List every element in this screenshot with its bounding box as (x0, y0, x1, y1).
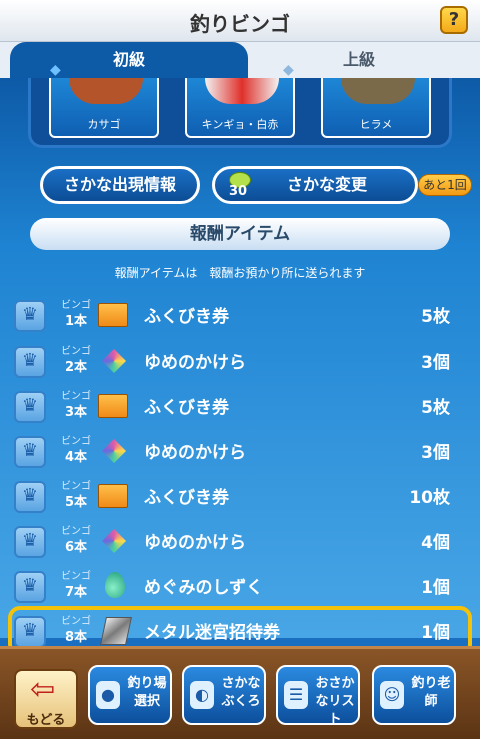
crown-icon: ♛ (14, 571, 46, 603)
reward-section-title: 報酬アイテム (30, 218, 450, 250)
reward-row: ♛ ビンゴ 3本 ふくびき券 5枚 (10, 387, 470, 425)
item-quantity: 5枚 (421, 398, 450, 418)
tab-label: 初級 (112, 50, 145, 69)
bingo-count: ビンゴ 5本 (61, 481, 91, 510)
crown-icon: ♛ (14, 481, 46, 513)
item-name: ゆめのかけら (144, 353, 246, 373)
appearance-info-label: さかな出現情報 (63, 175, 176, 194)
item-quantity: 4個 (421, 533, 450, 553)
item-name: ゆめのかけら (144, 443, 246, 463)
page-title: 釣りビンゴ (190, 12, 290, 36)
header-bar: 釣りビンゴ ? (0, 0, 480, 42)
fish-card[interactable]: カサゴ (49, 78, 159, 138)
fish-name: ヒラメ (359, 118, 393, 131)
back-button[interactable]: ⇦ もどる (14, 669, 78, 729)
bingo-count: ビンゴ 6本 (61, 526, 91, 555)
drop-icon (105, 572, 125, 598)
crown-icon: ♛ (14, 526, 46, 558)
gem-icon (102, 349, 126, 373)
item-name: ふくびき券 (144, 488, 229, 508)
bingo-count: ビンゴ 2本 (61, 346, 91, 375)
ticket-icon (98, 394, 128, 418)
item-name: めぐみのしずく (144, 578, 264, 598)
fish-bag-label: さかなぶくろ (221, 676, 261, 709)
bingo-count: ビンゴ 7本 (61, 571, 91, 600)
crown-icon: ♛ (14, 436, 46, 468)
crown-icon: ♛ (14, 346, 46, 378)
gem-icon (102, 529, 126, 553)
reward-row: ♛ ビンゴ 5本 ふくびき券 10枚 (10, 477, 470, 515)
fishing-spot-button[interactable]: ● 釣り場選択 (88, 665, 172, 725)
change-cost: 30 (229, 184, 248, 199)
bingo-count: ビンゴ 4本 (61, 436, 91, 465)
item-name: ふくびき券 (144, 307, 229, 327)
fish-list-button[interactable]: ☰ おさかなリスト (276, 665, 360, 727)
item-quantity: 3個 (421, 353, 450, 373)
ticket-icon (98, 303, 128, 327)
fish-list-label: おさかなリスト (315, 676, 355, 727)
list-icon: ☰ (284, 681, 308, 709)
bingo-count: ビンゴ 3本 (61, 391, 91, 420)
item-name: ふくびき券 (144, 398, 229, 418)
fishing-master-label: 釣り老師 (411, 676, 451, 709)
item-name: ゆめのかけら (144, 533, 246, 553)
help-button[interactable]: ? (440, 6, 468, 34)
bingo-count: ビンゴ 1本 (61, 300, 91, 329)
fish-image (205, 78, 279, 104)
reward-note: 報酬アイテムは 報酬お預かり所に送られます (114, 266, 366, 280)
bobber-icon: ● (96, 681, 120, 709)
remaining-badge: あと1回 (418, 174, 472, 196)
change-fish-button[interactable]: 30 さかな変更 (212, 166, 418, 204)
back-arrow-icon: ⇦ (30, 672, 56, 707)
reward-row: ♛ ビンゴ 2本 ゆめのかけら 3個 (10, 342, 470, 380)
fish-image (69, 78, 143, 104)
reward-row: ♛ ビンゴ 1本 ふくびき券 5枚 (10, 296, 470, 334)
target-fish-panel: カサゴ キンギョ・白赤 ヒラメ (28, 78, 452, 148)
fish-name: キンギョ・白赤 (201, 118, 279, 131)
fish-image (341, 78, 415, 104)
fish-name: カサゴ (87, 118, 121, 131)
tab-label: 上級 (342, 50, 375, 69)
main-panel: カサゴ キンギョ・白赤 ヒラメ さかな出現情報 30 さかな変更 あと1回 報酬… (0, 78, 480, 648)
reward-row: ♛ ビンゴ 6本 ゆめのかけら 4個 (10, 522, 470, 560)
fish-card[interactable]: ヒラメ (321, 78, 431, 138)
difficulty-tabs: ◆ 初級 ◆ 上級 (0, 42, 480, 78)
fishing-spot-label: 釣り場選択 (127, 676, 167, 709)
fish-bag-button[interactable]: ◐ さかなぶくろ (182, 665, 266, 725)
item-quantity: 1個 (421, 578, 450, 598)
gem-icon (102, 439, 126, 463)
back-label: もどる (26, 713, 66, 728)
appearance-info-button[interactable]: さかな出現情報 (40, 166, 200, 204)
crown-icon: ♛ (14, 391, 46, 423)
tab-advanced[interactable]: ◆ 上級 (248, 42, 470, 78)
ticket-icon (98, 484, 128, 508)
fish-card[interactable]: キンギョ・白赤 (185, 78, 295, 138)
reward-row: ♛ ビンゴ 4本 ゆめのかけら 3個 (10, 432, 470, 470)
fishing-master-button[interactable]: ☺ 釣り老師 (372, 665, 456, 725)
master-icon: ☺ (380, 681, 404, 709)
footer-bar: ⇦ もどる ● 釣り場選択 ◐ さかなぶくろ ☰ おさかなリスト ☺ 釣り老師 (0, 646, 480, 739)
tab-beginner[interactable]: ◆ 初級 (10, 42, 248, 78)
change-fish-label: さかな変更 (286, 175, 367, 194)
item-quantity: 5枚 (421, 307, 450, 327)
item-quantity: 10枚 (409, 488, 450, 508)
reward-row: ♛ ビンゴ 7本 めぐみのしずく 1個 (10, 567, 470, 605)
bag-icon: ◐ (190, 681, 214, 709)
crown-icon: ♛ (14, 300, 46, 332)
item-quantity: 3個 (421, 443, 450, 463)
